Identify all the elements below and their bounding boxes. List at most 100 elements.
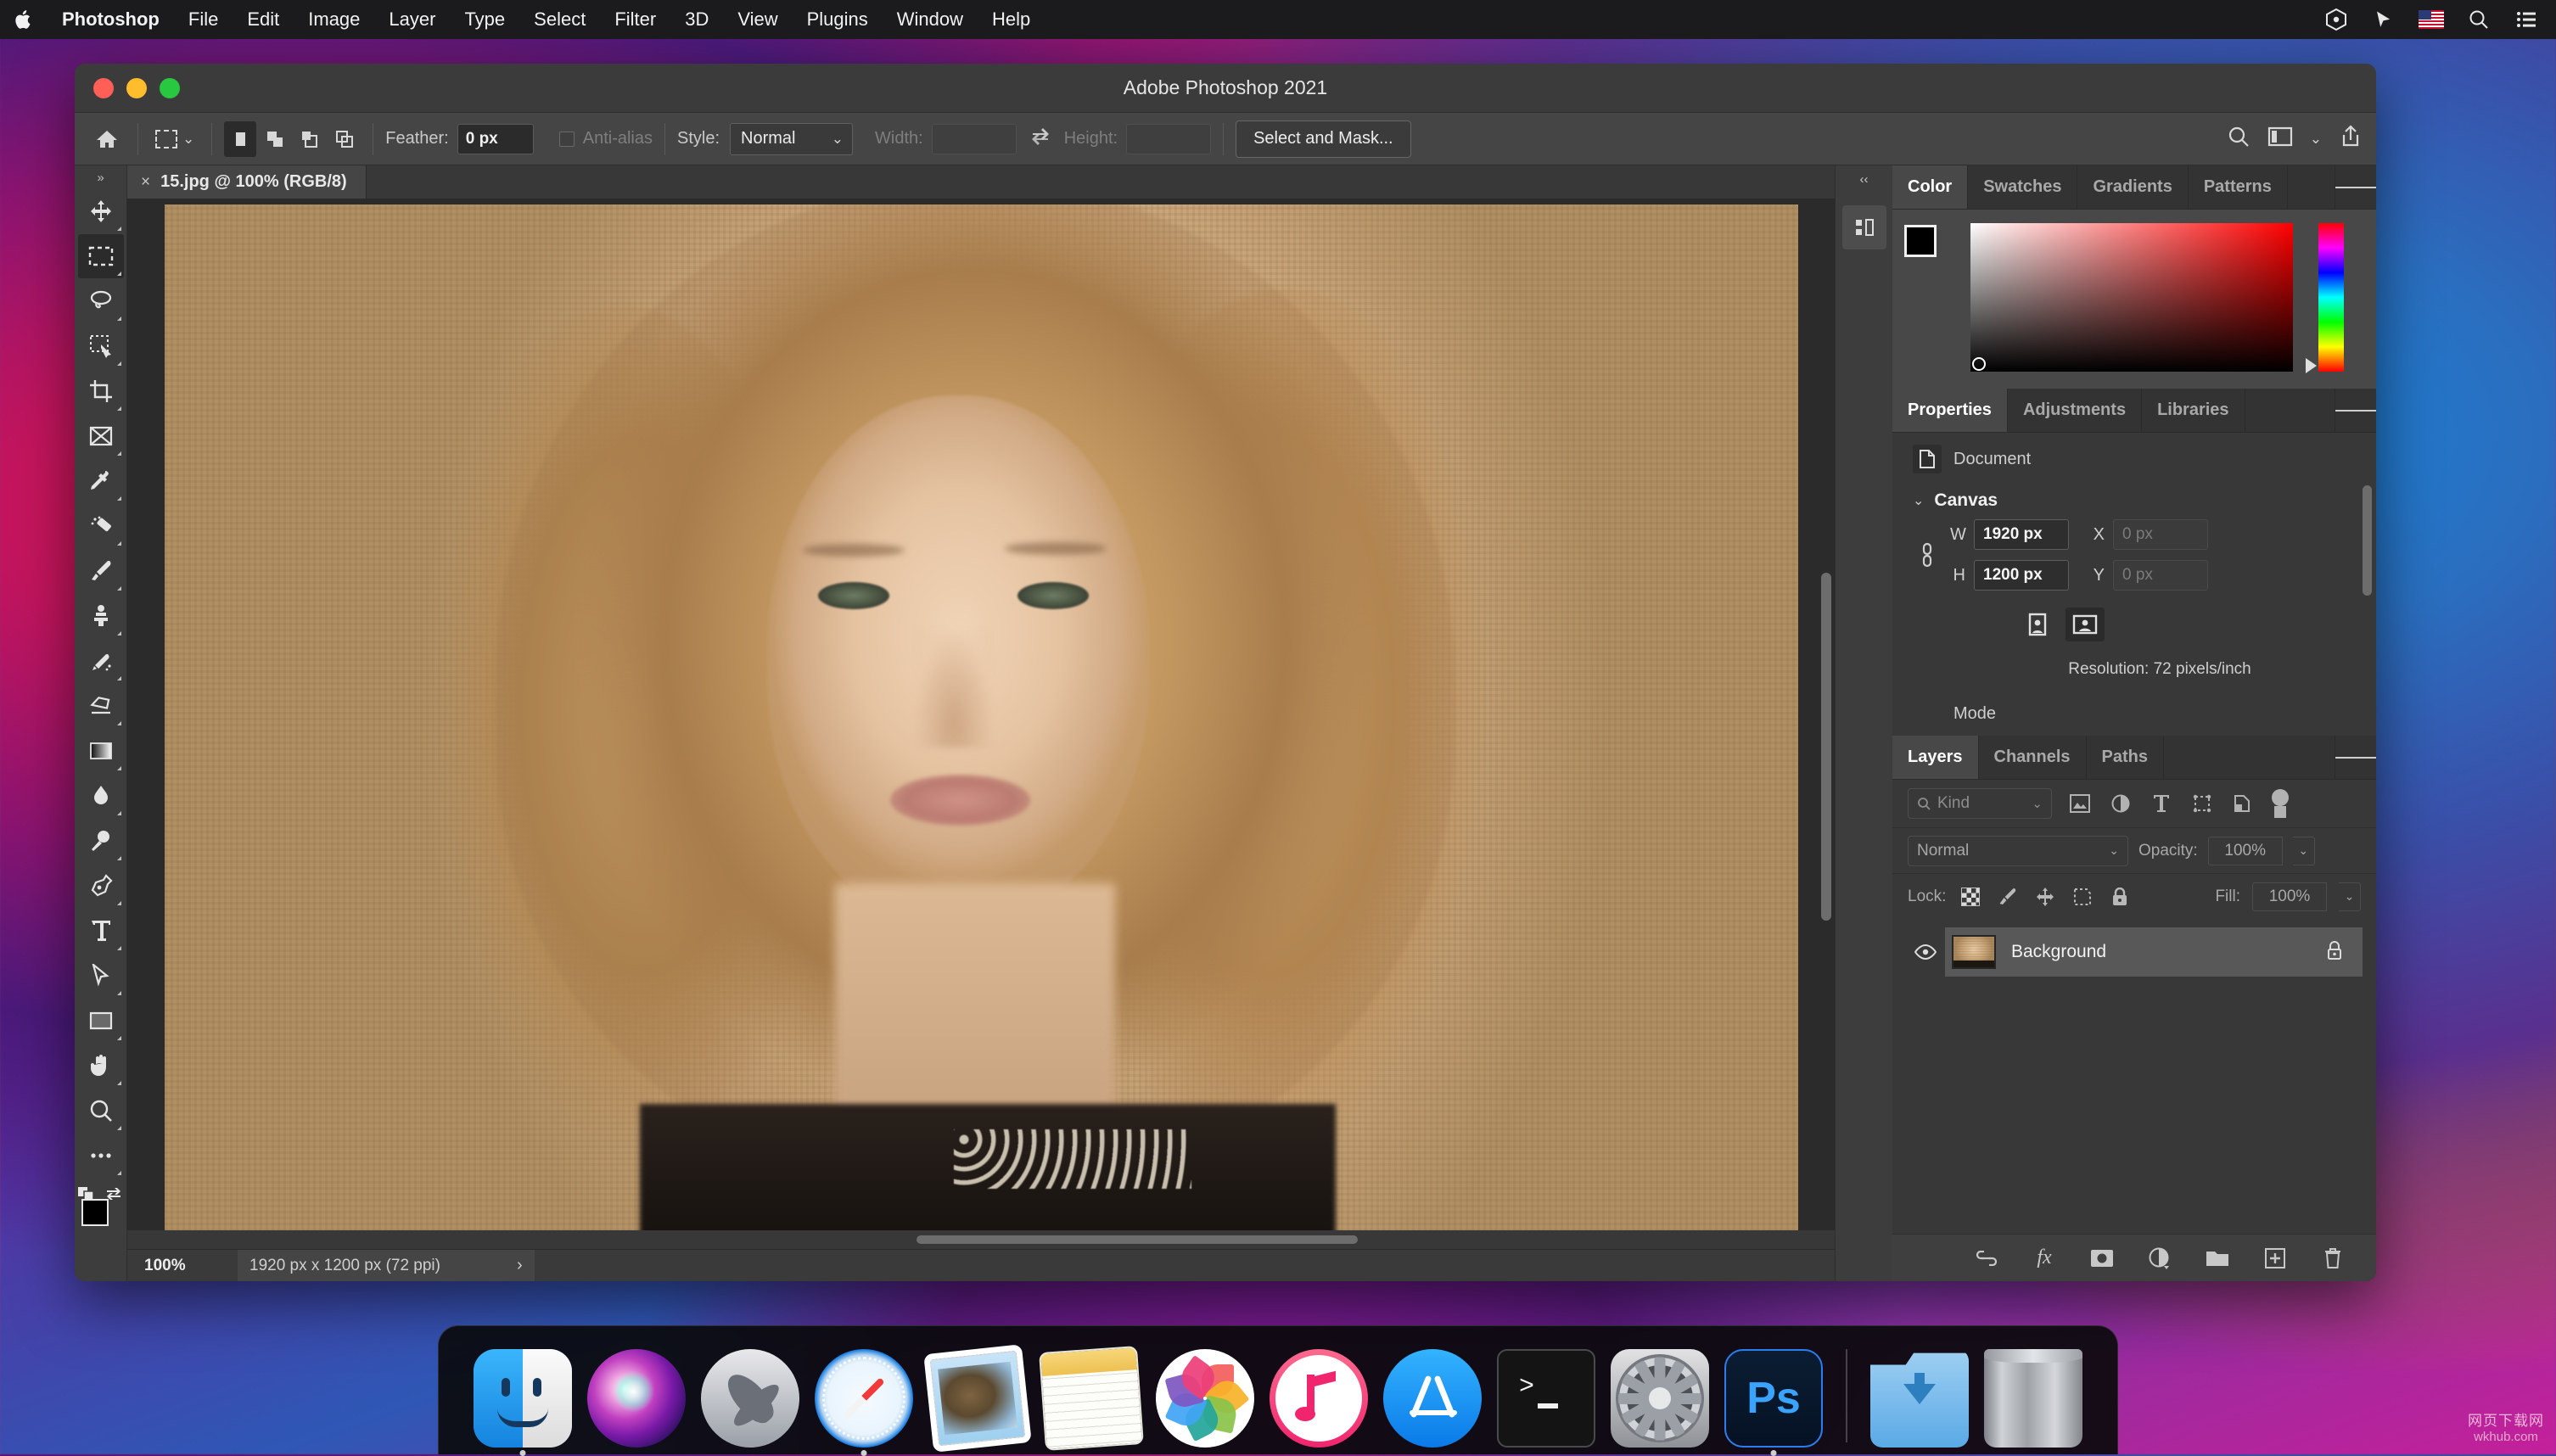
right-dock-collapse-button[interactable]: ‹‹ — [1860, 172, 1869, 187]
share-icon[interactable] — [2339, 125, 2363, 153]
chevron-down-icon[interactable]: ⌄ — [1913, 492, 1924, 509]
hand-tool[interactable] — [78, 1044, 124, 1088]
dock-item-safari[interactable] — [810, 1341, 917, 1448]
menu-item-edit[interactable]: Edit — [233, 0, 294, 39]
style-select[interactable]: Normal ⌄ — [730, 123, 853, 155]
canvas-stage[interactable] — [127, 199, 1835, 1249]
canvas-y-input[interactable]: 0 px — [2113, 560, 2208, 591]
foreground-color-swatch[interactable] — [81, 1199, 109, 1226]
tab-channels[interactable]: Channels — [1979, 736, 2087, 779]
landscape-orientation-button[interactable] — [2066, 608, 2105, 641]
layer-thumbnail[interactable] — [1952, 935, 1996, 969]
canvas-width-input[interactable]: 1920 px — [1974, 519, 2069, 550]
height-input[interactable] — [1126, 124, 1211, 154]
menu-item-filter[interactable]: Filter — [600, 0, 670, 39]
layer-locked-icon[interactable] — [2325, 940, 2344, 965]
cursor-pointer-icon[interactable] — [2371, 8, 2396, 31]
document-tab[interactable]: × 15.jpg @ 100% (RGB/8) — [127, 165, 367, 199]
active-tool-picker[interactable]: ⌄ — [150, 130, 199, 148]
workspace-icon[interactable] — [2267, 126, 2293, 152]
panel-menu-icon[interactable] — [2335, 389, 2376, 432]
path-selection-tool[interactable] — [78, 954, 124, 998]
crop-tool[interactable] — [78, 369, 124, 413]
dock-item-finder[interactable] — [469, 1341, 576, 1448]
swap-arrows-icon[interactable] — [1030, 127, 1051, 151]
link-layers-icon[interactable] — [1972, 1244, 2001, 1273]
panel-menu-icon[interactable] — [2335, 165, 2376, 209]
dock-item-notes[interactable] — [1038, 1341, 1145, 1448]
eraser-tool[interactable] — [78, 684, 124, 728]
table-row[interactable]: Background — [1892, 927, 2376, 977]
lasso-tool[interactable] — [78, 279, 124, 323]
layer-row-body[interactable]: Background — [1945, 927, 2363, 977]
dock-item-system-preferences[interactable] — [1606, 1341, 1713, 1448]
avast-icon[interactable] — [2323, 8, 2349, 31]
menu-item-layer[interactable]: Layer — [374, 0, 450, 39]
shape-layer-filter-icon[interactable] — [2189, 794, 2215, 813]
new-selection-button[interactable] — [224, 121, 256, 157]
toolbar-collapse-button[interactable]: » — [75, 167, 126, 189]
anti-alias-checkbox[interactable] — [559, 132, 575, 147]
filter-enable-toggle[interactable] — [2271, 789, 2290, 818]
type-layer-filter-icon[interactable] — [2149, 794, 2174, 813]
apple-menu-icon[interactable] — [0, 8, 48, 31]
properties-scrollbar[interactable] — [2363, 485, 2372, 596]
layer-name[interactable]: Background — [2011, 942, 2106, 962]
blend-mode-select[interactable]: Normal ⌄ — [1908, 836, 2128, 866]
tab-properties[interactable]: Properties — [1892, 389, 2008, 432]
color-field-marker[interactable] — [1972, 357, 1986, 371]
menu-item-3d[interactable]: 3D — [670, 0, 723, 39]
new-layer-icon[interactable] — [2261, 1244, 2290, 1273]
menu-item-view[interactable]: View — [723, 0, 792, 39]
menu-item-select[interactable]: Select — [519, 0, 600, 39]
clone-stamp-tool[interactable] — [78, 594, 124, 638]
dock-item-photoshop[interactable] — [1720, 1341, 1827, 1448]
dock-item-trash[interactable] — [1980, 1341, 2087, 1448]
canvas-horizontal-scrollbar[interactable] — [127, 1230, 1835, 1249]
intersect-selection-button[interactable] — [328, 121, 361, 157]
home-icon[interactable] — [88, 129, 126, 149]
color-panel-foreground-swatch[interactable] — [1904, 225, 1937, 257]
gradient-tool[interactable] — [78, 729, 124, 773]
dock-item-terminal[interactable] — [1493, 1341, 1600, 1448]
feather-input[interactable]: 0 px — [457, 124, 534, 154]
zoom-tool[interactable] — [78, 1089, 124, 1133]
lock-artboard-icon[interactable] — [2070, 884, 2095, 910]
rectangle-tool[interactable] — [78, 999, 124, 1043]
menu-item-help[interactable]: Help — [978, 0, 1045, 39]
pen-tool[interactable] — [78, 864, 124, 908]
select-and-mask-button[interactable]: Select and Mask... — [1236, 120, 1411, 158]
spotlight-search-icon[interactable] — [2466, 8, 2492, 31]
dodge-tool[interactable] — [78, 819, 124, 863]
delete-layer-icon[interactable] — [2318, 1244, 2347, 1273]
dock-item-music[interactable] — [1265, 1341, 1372, 1448]
fill-dropdown-icon[interactable]: ⌄ — [2339, 882, 2361, 911]
close-icon[interactable]: × — [141, 173, 150, 192]
tab-patterns[interactable]: Patterns — [2189, 165, 2288, 209]
portrait-orientation-button[interactable] — [2018, 608, 2057, 641]
dock-item-photos[interactable] — [1152, 1341, 1258, 1448]
eyedropper-tool[interactable] — [78, 459, 124, 503]
canvas-image[interactable] — [165, 204, 1798, 1231]
lock-image-pixels-icon[interactable] — [1995, 884, 2021, 910]
chevron-right-icon[interactable]: › — [517, 1256, 523, 1275]
smart-object-filter-icon[interactable] — [2230, 794, 2256, 813]
link-dimensions-icon[interactable] — [1916, 540, 1938, 569]
dock-item-app-store[interactable] — [1379, 1341, 1486, 1448]
fill-input[interactable]: 100% — [2252, 882, 2327, 911]
history-brush-tool[interactable] — [78, 639, 124, 683]
menu-item-type[interactable]: Type — [450, 0, 519, 39]
type-tool[interactable] — [78, 909, 124, 953]
frame-tool[interactable] — [78, 414, 124, 458]
hue-slider[interactable] — [2318, 223, 2344, 372]
menu-item-photoshop[interactable]: Photoshop — [48, 0, 174, 39]
lock-transparent-pixels-icon[interactable] — [1958, 884, 1983, 910]
tab-swatches[interactable]: Swatches — [1968, 165, 2077, 209]
tab-gradients[interactable]: Gradients — [2077, 165, 2188, 209]
hue-slider-marker[interactable] — [2306, 358, 2317, 373]
add-to-selection-button[interactable] — [259, 121, 291, 157]
opacity-dropdown-icon[interactable]: ⌄ — [2293, 837, 2315, 865]
adjustment-layer-filter-icon[interactable] — [2108, 794, 2133, 813]
brush-tool[interactable] — [78, 549, 124, 593]
canvas-vertical-scrollbar[interactable] — [1821, 573, 1831, 921]
